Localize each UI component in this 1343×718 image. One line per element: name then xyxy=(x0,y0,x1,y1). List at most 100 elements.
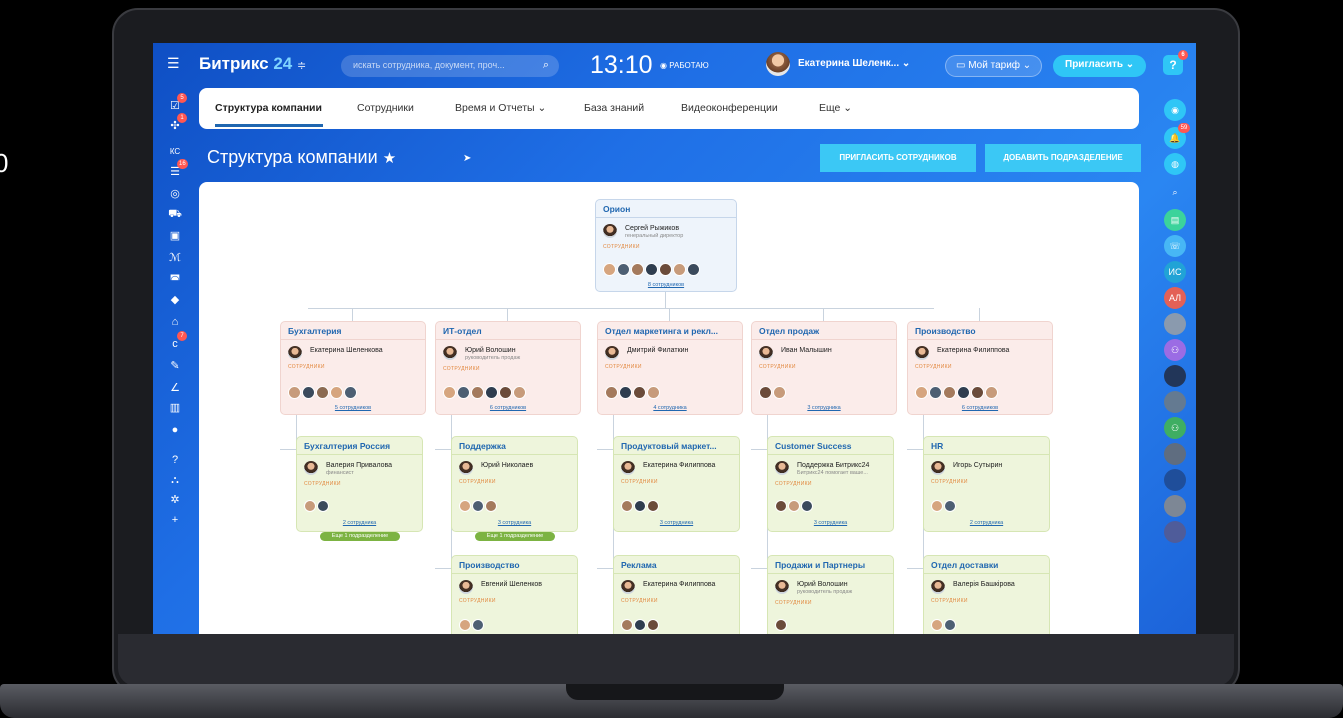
head-name[interactable]: Юрий Волошин xyxy=(465,346,520,355)
head-name[interactable]: Иван Малышин xyxy=(781,346,832,355)
employee-avatar[interactable] xyxy=(659,263,672,276)
invite-employees-button[interactable]: ПРИГЛАСИТЬ СОТРУДНИКОВ xyxy=(820,144,976,172)
employee-avatar[interactable] xyxy=(621,500,633,512)
target-icon[interactable]: ◎ xyxy=(168,187,182,201)
employee-avatar[interactable] xyxy=(471,386,484,399)
department-title[interactable]: Бухгалтерия Россия xyxy=(297,437,422,455)
help-button[interactable]: ? 6 xyxy=(1163,50,1188,75)
employee-avatar[interactable] xyxy=(645,263,658,276)
avatar-1-icon[interactable] xyxy=(1164,313,1186,335)
invite-button[interactable]: Пригласить ⌄ xyxy=(1053,55,1147,77)
employee-count-link[interactable]: 2 сотрудника xyxy=(924,520,1049,526)
employee-avatar[interactable] xyxy=(316,386,329,399)
department-title[interactable]: Отдел доставки xyxy=(924,556,1049,574)
avatar-5-icon[interactable] xyxy=(1164,469,1186,491)
employee-avatar[interactable] xyxy=(459,619,471,631)
copilot-icon[interactable]: ◉ xyxy=(1164,99,1186,121)
avatar-3-icon[interactable] xyxy=(1164,391,1186,413)
avatar[interactable] xyxy=(288,346,302,360)
employee-avatar[interactable] xyxy=(621,619,633,631)
employee-avatar[interactable] xyxy=(985,386,998,399)
employee-count-link[interactable]: 4 сотрудника xyxy=(598,405,742,411)
employee-avatar[interactable] xyxy=(633,386,646,399)
question-icon[interactable]: ? xyxy=(168,453,182,467)
employee-count-link[interactable]: 5 сотрудников xyxy=(281,405,425,411)
department-card[interactable]: Производство Екатерина Филиппова СОТРУДНИК… xyxy=(907,321,1053,415)
department-card[interactable]: ИТ-отдел Юрий Волошин руководитель продаж С… xyxy=(435,321,581,415)
org-root-card[interactable]: Орион Сергей Рыжиков генеральный директор С… xyxy=(595,199,737,292)
avatar[interactable] xyxy=(621,580,635,594)
department-title[interactable]: Поддержка xyxy=(452,437,577,455)
subdepartment-card[interactable]: Производство Евгений Шеленков СОТРУДНИКИ xyxy=(451,555,578,634)
department-title[interactable]: Customer Success xyxy=(768,437,893,455)
head-name[interactable]: Дмитрий Филаткин xyxy=(627,346,688,355)
employee-avatar[interactable] xyxy=(605,386,618,399)
head-name[interactable]: Сергей Рыжиков xyxy=(625,224,683,233)
employee-avatar[interactable] xyxy=(943,386,956,399)
avatar[interactable] xyxy=(621,461,635,475)
logo[interactable]: Битрикс 24 ≑ xyxy=(199,54,306,74)
employee-avatar[interactable] xyxy=(647,500,659,512)
tasks-icon[interactable]: ✎ xyxy=(168,359,182,373)
employee-count-link[interactable]: 3 сотрудника xyxy=(752,405,896,411)
chat-icon[interactable]: ✣ 1 xyxy=(168,113,187,133)
employee-avatar[interactable] xyxy=(957,386,970,399)
department-title[interactable]: Отдел маркетинга и рекл... xyxy=(598,322,742,340)
settings-icon[interactable]: ✲ xyxy=(168,493,182,507)
star-icon[interactable]: ★ xyxy=(383,150,396,167)
search-input[interactable]: искать сотрудника, документ, проч... ⌕ xyxy=(341,55,559,77)
employee-avatar[interactable] xyxy=(915,386,928,399)
employee-avatar[interactable] xyxy=(513,386,526,399)
department-title[interactable]: Производство xyxy=(908,322,1052,340)
employee-avatar[interactable] xyxy=(499,386,512,399)
box-icon[interactable]: ◆ xyxy=(168,293,182,307)
work-status[interactable]: ◉ РАБОТАЮ xyxy=(660,61,709,70)
department-title[interactable]: Отдел продаж xyxy=(752,322,896,340)
subdepartment-card[interactable]: Отдел доставки Валерія Башкірова СОТРУДНИК… xyxy=(923,555,1050,634)
employee-avatar[interactable] xyxy=(317,500,329,512)
avatar[interactable] xyxy=(931,461,945,475)
avatar[interactable] xyxy=(915,346,929,360)
filter-icon[interactable]: ☰ 16 xyxy=(168,159,188,179)
employee-avatar[interactable] xyxy=(759,386,772,399)
employee-avatar[interactable] xyxy=(775,500,787,512)
department-title[interactable]: Орион xyxy=(596,200,736,218)
department-head[interactable]: Екатерина Филиппова xyxy=(915,346,1009,360)
bell-icon[interactable]: 🔔 59 xyxy=(1164,123,1190,149)
subdepartment-card[interactable]: Поддержка Юрий Николаев СОТРУДНИКИ 3 сотруд… xyxy=(451,436,578,532)
employee-avatar[interactable] xyxy=(457,386,470,399)
tab-5[interactable]: Еще ⌄ xyxy=(819,102,852,114)
more-subdepartments-badge[interactable]: Еще 1 подразделение xyxy=(320,532,400,541)
employee-avatar[interactable] xyxy=(443,386,456,399)
department-head[interactable]: Сергей Рыжиков генеральный директор xyxy=(603,224,683,240)
structure-icon[interactable]: ⛬ xyxy=(168,473,182,487)
user-avatar[interactable] xyxy=(766,52,790,76)
employee-avatar[interactable] xyxy=(302,386,315,399)
department-head[interactable]: Юрий Николаев xyxy=(459,461,533,475)
openlines-icon[interactable]: ☏ xyxy=(1164,235,1186,257)
department-head[interactable]: Екатерина Филиппова xyxy=(621,580,715,594)
building-icon[interactable]: ⌂ xyxy=(168,315,182,329)
employee-count-link[interactable]: 2 сотрудника xyxy=(297,520,422,526)
logo-toggle-icon[interactable]: ≑ xyxy=(297,60,306,72)
employee-avatar[interactable] xyxy=(330,386,343,399)
clock[interactable]: 13:10 xyxy=(590,51,653,80)
more-subdepartments-badge[interactable]: Еще 1 подразделение xyxy=(475,532,555,541)
department-title[interactable]: Производство xyxy=(452,556,577,574)
employee-avatar[interactable] xyxy=(971,386,984,399)
add-department-button[interactable]: ДОБАВИТЬ ПОДРАЗДЕЛЕНИЕ xyxy=(985,144,1141,172)
tab-4[interactable]: Видеоконференции xyxy=(681,102,778,114)
robot-icon[interactable]: ◚ xyxy=(168,273,182,287)
search-icon[interactable]: ⌕ xyxy=(543,59,549,72)
avatar[interactable] xyxy=(931,580,945,594)
employee-avatar[interactable] xyxy=(485,386,498,399)
employee-avatar[interactable] xyxy=(472,619,484,631)
employee-avatar[interactable] xyxy=(944,500,956,512)
subdepartment-card[interactable]: Продажи и Партнеры Юрий Волошин руководите… xyxy=(767,555,894,634)
user-name[interactable]: Екатерина Шеленк... ⌄ xyxy=(798,58,910,69)
employee-count-link[interactable]: 3 сотрудника xyxy=(452,520,577,526)
calendar-icon[interactable]: c7 xyxy=(168,331,187,351)
department-head[interactable]: Валерія Башкірова xyxy=(931,580,1015,594)
employee-avatar[interactable] xyxy=(801,500,813,512)
department-card[interactable]: Бухгалтерия Екатерина Шеленкова СОТРУДНИКИ… xyxy=(280,321,426,415)
